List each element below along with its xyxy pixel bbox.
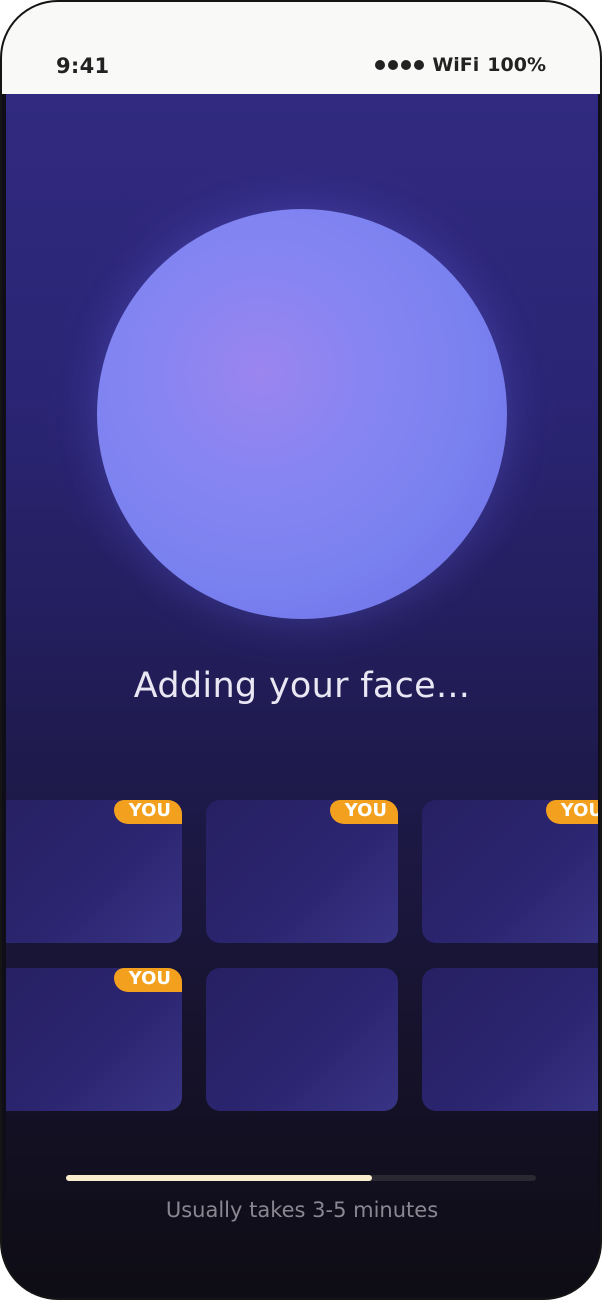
you-badge: YOU	[545, 800, 598, 824]
page-title: Adding your face...	[133, 666, 471, 706]
photo-grid: YOU YOU YOU YOU	[6, 800, 598, 1120]
progress-bar	[66, 1175, 536, 1181]
phone-frame: 9:41 WiFi 100% Adding your face... YOU Y…	[0, 0, 602, 1300]
status-indicators: WiFi 100%	[375, 54, 546, 76]
progress-fill	[66, 1175, 372, 1181]
photo-card	[422, 968, 598, 1111]
photo-card: YOU	[206, 800, 398, 943]
signal-icon	[375, 60, 425, 70]
progress-caption: Usually takes 3-5 minutes	[165, 1198, 439, 1222]
processing-screen: Adding your face... YOU YOU YOU YOU Usua…	[6, 94, 598, 1296]
processing-orb	[97, 209, 507, 619]
wifi-label: WiFi	[432, 54, 480, 76]
photo-card	[206, 968, 398, 1111]
you-badge: YOU	[113, 800, 182, 824]
you-badge: YOU	[329, 800, 398, 824]
photo-card: YOU	[6, 800, 182, 943]
status-bar: 9:41 WiFi 100%	[2, 2, 600, 94]
photo-card: YOU	[6, 968, 182, 1111]
photo-card: YOU	[422, 800, 598, 943]
you-badge: YOU	[113, 968, 182, 992]
status-time: 9:41	[56, 54, 110, 78]
battery-label: 100%	[487, 54, 546, 76]
